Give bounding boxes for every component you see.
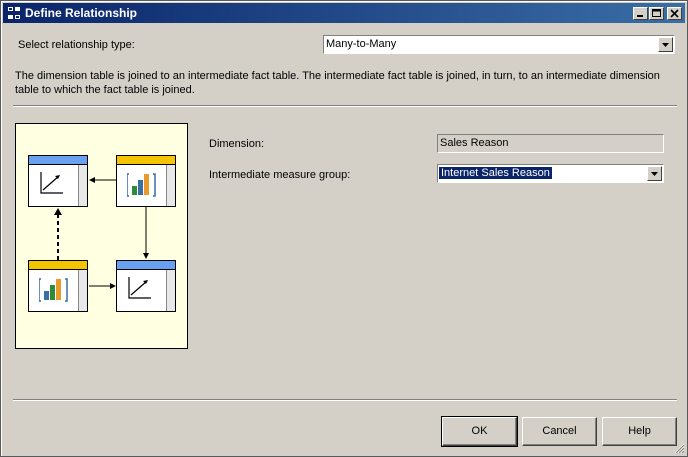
define-relationship-dialog: Define Relationship Select relationship … [0,0,688,457]
intermediate-measure-group-dropdown[interactable]: Internet Sales Reason [437,164,664,183]
intermediate-measure-group-label: Intermediate measure group: [209,169,351,181]
bottom-separator [13,399,677,401]
fact-table-bottom-left [28,260,88,312]
title-bar[interactable]: Define Relationship [3,3,685,23]
bar-chart-icon [127,173,156,197]
axis-chart-icon [128,277,151,299]
dimension-value: Sales Reason [440,137,509,149]
dropdown-arrow-button[interactable] [647,166,662,181]
relationship-type-value: Many-to-Many [326,38,397,50]
relationship-type-label: Select relationship type: [18,39,135,51]
top-separator [13,105,677,107]
dimension-header [29,156,87,165]
intermediate-measure-group-value: Internet Sales Reason [439,167,552,179]
chevron-down-icon [651,172,658,176]
dimension-header [117,261,175,270]
fact-table-top-right [116,155,176,207]
fact-header [117,156,175,165]
maximize-button[interactable] [649,7,664,20]
table-scrollbar [166,270,175,311]
ok-button[interactable]: OK [441,416,518,447]
bar-chart-icon [39,278,68,302]
minimize-button[interactable] [633,7,648,20]
dimension-table-top-left [28,155,88,207]
axis-chart-icon [40,172,63,194]
relationship-description: The dimension table is joined to an inte… [15,70,660,96]
dimension-field: Sales Reason [437,134,664,153]
dimension-table-bottom-right [116,260,176,312]
chevron-down-icon [662,43,669,47]
maximize-icon [652,9,661,17]
window-title: Define Relationship [25,6,138,20]
close-icon [670,9,679,18]
cancel-button[interactable]: Cancel [522,417,597,446]
help-button[interactable]: Help [602,417,677,446]
dimension-label: Dimension: [209,138,265,150]
app-icon [7,6,21,20]
table-scrollbar [166,165,175,206]
fact-header [29,261,87,270]
close-button[interactable] [667,7,682,20]
dropdown-arrow-button[interactable] [658,37,673,52]
minimize-icon [637,15,643,17]
resize-grip-icon[interactable] [674,443,685,454]
relationship-type-dropdown[interactable]: Many-to-Many [323,35,675,54]
relationship-diagram [15,123,188,349]
table-scrollbar [78,270,87,311]
table-scrollbar [78,165,87,206]
